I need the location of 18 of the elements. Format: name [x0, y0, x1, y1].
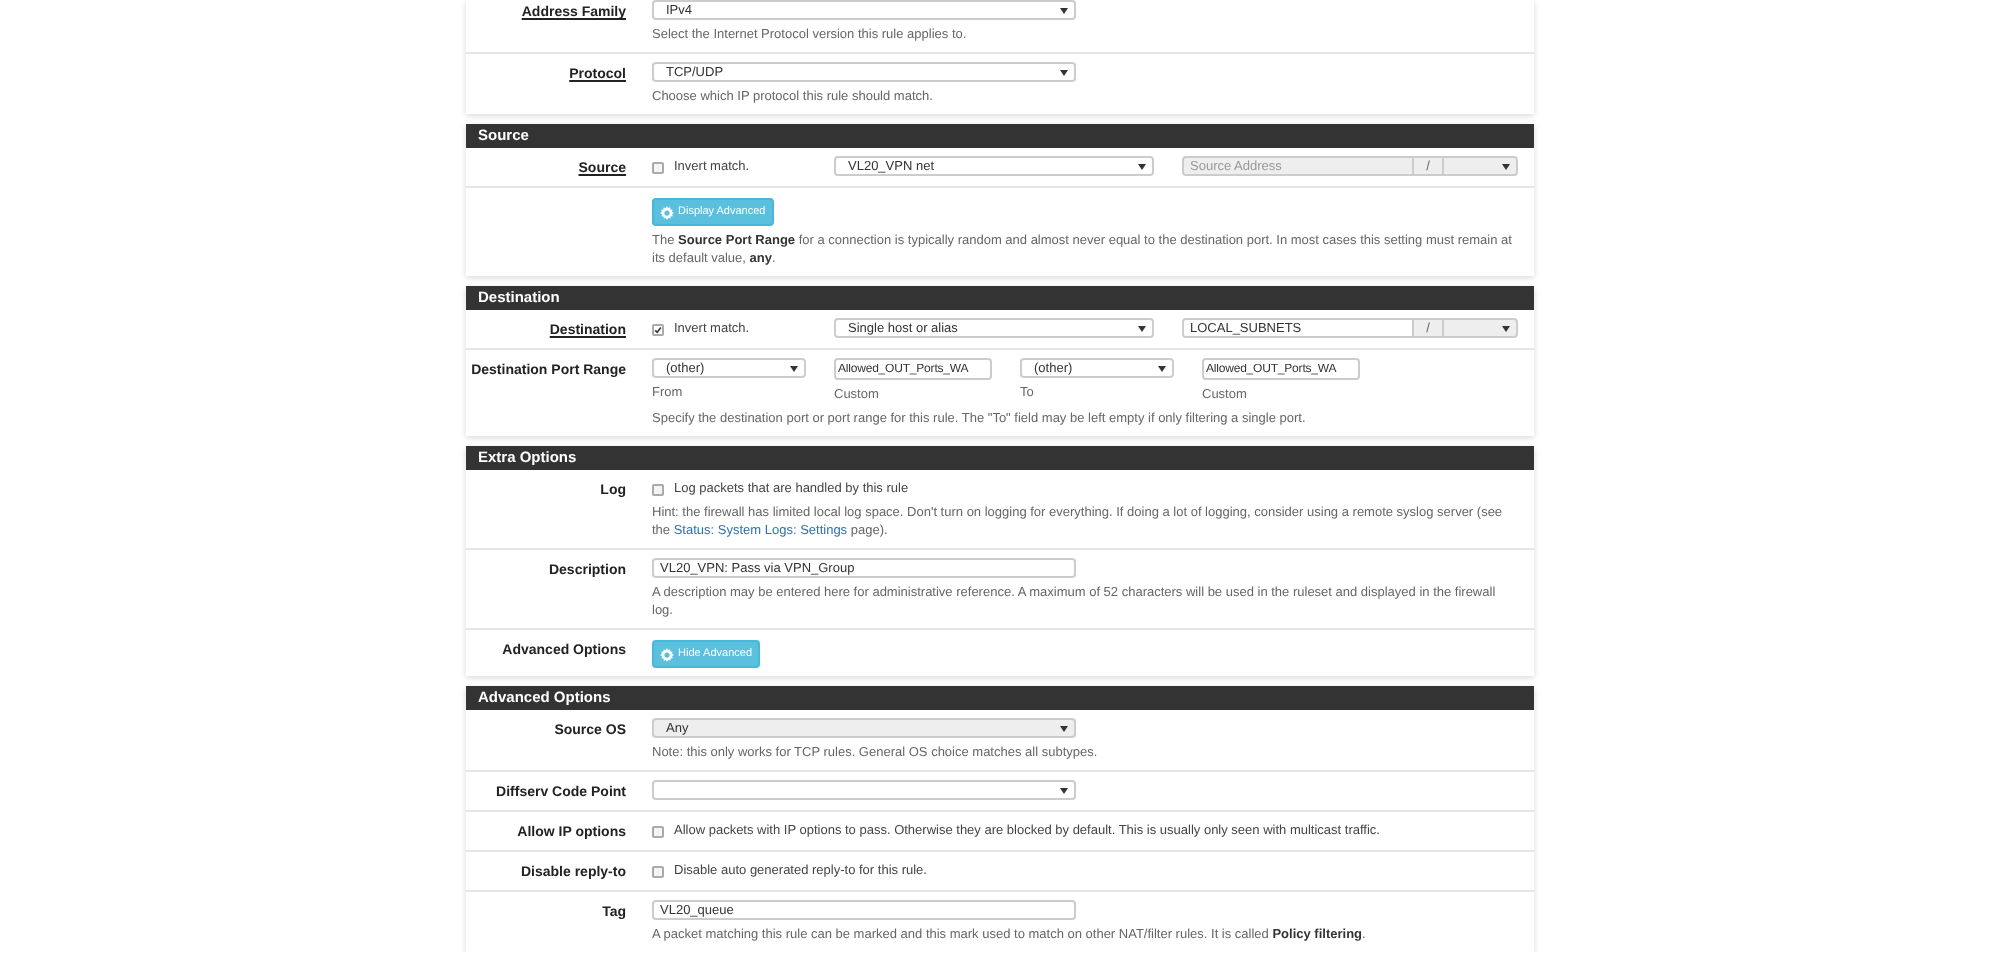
- caret-icon: [1060, 69, 1068, 75]
- gear-icon: [660, 647, 674, 661]
- caret-icon: [1138, 325, 1146, 331]
- checkbox[interactable]: [652, 323, 664, 335]
- caret-icon: [1060, 787, 1068, 793]
- checkbox[interactable]: [652, 825, 664, 837]
- gear-icon: [660, 205, 674, 219]
- caret-icon: [790, 365, 798, 371]
- caret-icon: [1138, 163, 1146, 169]
- checkbox[interactable]: [652, 161, 664, 173]
- caret-icon: [1060, 725, 1068, 731]
- dropdown[interactable]: [652, 780, 1076, 800]
- checkbox[interactable]: [652, 865, 664, 877]
- checkbox[interactable]: [652, 483, 664, 495]
- caret-icon: [1502, 325, 1510, 331]
- caret-icon: [1060, 7, 1068, 13]
- caret-icon: [1502, 163, 1510, 169]
- caret-icon: [1158, 365, 1166, 371]
